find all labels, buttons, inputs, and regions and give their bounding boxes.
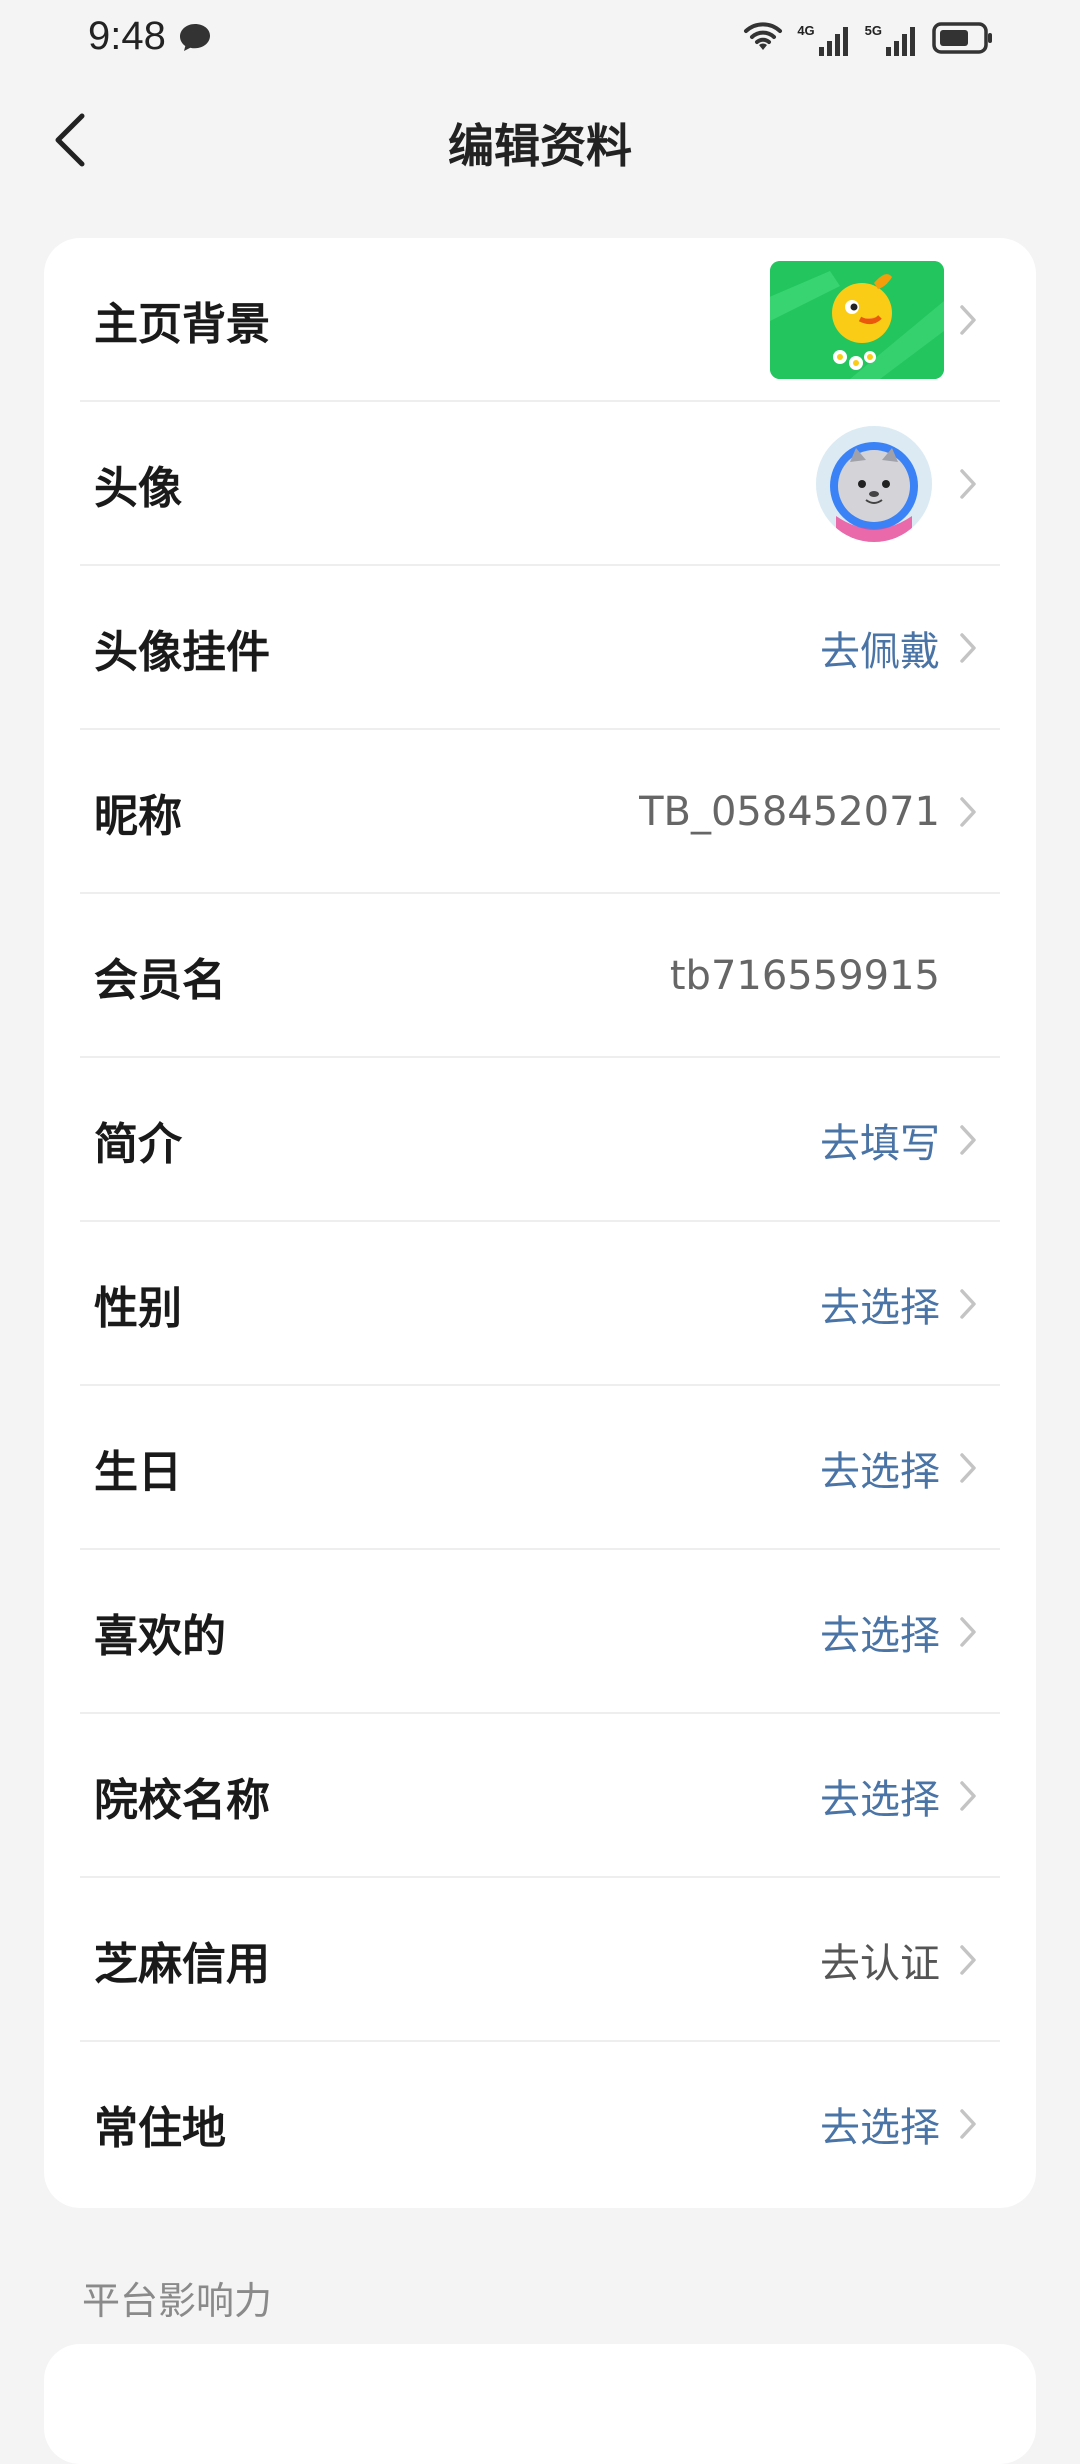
- chevron-right-icon: [960, 1289, 976, 1319]
- row-avatar[interactable]: 头像: [44, 402, 1036, 566]
- row-value: 去选择: [820, 1613, 940, 1659]
- signal-bars-icon: [818, 27, 848, 56]
- row-value: 去佩戴: [820, 629, 940, 675]
- chevron-right-icon: [960, 2109, 976, 2139]
- row-label: 昵称: [94, 791, 182, 842]
- status-time: 9:48: [88, 14, 166, 58]
- wifi-icon: [743, 22, 783, 58]
- row-school-name[interactable]: 院校名称 去选择: [44, 1714, 1036, 1878]
- row-gender[interactable]: 性别 去选择: [44, 1222, 1036, 1386]
- row-label: 简介: [94, 1119, 182, 1170]
- chevron-right-icon: [960, 1453, 976, 1483]
- chat-bubble-icon: [178, 22, 212, 56]
- chevron-right-icon: [960, 1617, 976, 1647]
- chevron-right-icon: [960, 633, 976, 663]
- row-label: 头像挂件: [94, 627, 270, 678]
- row-label: 芝麻信用: [94, 1939, 270, 1990]
- row-label: 生日: [94, 1447, 182, 1498]
- row-value: 去填写: [820, 1121, 940, 1167]
- status-bar: 9:48 4G 5G: [0, 0, 1080, 80]
- row-value: tb716559915: [669, 953, 940, 999]
- network-type-2: 5G: [864, 23, 882, 38]
- row-bio[interactable]: 简介 去填写: [44, 1058, 1036, 1222]
- row-value: TB_058452071: [639, 789, 940, 835]
- nav-bar: 编辑资料: [0, 80, 1080, 200]
- row-label: 喜欢的: [94, 1611, 226, 1662]
- chevron-right-icon: [960, 1125, 976, 1155]
- background-thumbnail: [770, 261, 944, 379]
- row-label: 院校名称: [94, 1775, 270, 1826]
- cellular-signal-2: 5G: [865, 23, 918, 57]
- row-homepage-background[interactable]: 主页背景: [44, 238, 1036, 402]
- signal-bars-icon: [886, 27, 915, 56]
- row-value: 去选择: [820, 2105, 940, 2151]
- row-sesame-credit[interactable]: 芝麻信用 去认证: [44, 1878, 1036, 2042]
- row-birthday[interactable]: 生日 去选择: [44, 1386, 1036, 1550]
- page-title: 编辑资料: [448, 119, 632, 173]
- avatar: [816, 426, 932, 542]
- chevron-right-icon: [960, 1945, 976, 1975]
- row-label: 会员名: [94, 955, 226, 1006]
- profile-card: 主页背景 头像 头像挂件 去佩戴 昵称 TB_058452071 会员名 tb7…: [44, 238, 1036, 2208]
- row-label: 常住地: [94, 2103, 226, 2154]
- chevron-right-icon: [960, 797, 976, 827]
- row-label: 头像: [94, 463, 182, 514]
- row-avatar-pendant[interactable]: 头像挂件 去佩戴: [44, 566, 1036, 730]
- row-value: 去选择: [820, 1777, 940, 1823]
- row-favorites[interactable]: 喜欢的 去选择: [44, 1550, 1036, 1714]
- row-value: 去选择: [820, 1285, 940, 1331]
- row-nickname[interactable]: 昵称 TB_058452071: [44, 730, 1036, 894]
- row-label: 主页背景: [94, 299, 270, 350]
- row-value: 去选择: [820, 1449, 940, 1495]
- cellular-signal-1: 4G: [797, 23, 850, 57]
- network-type-1: 4G: [797, 23, 815, 38]
- chevron-right-icon: [960, 305, 976, 335]
- section-title: 平台影响力: [82, 2279, 273, 2323]
- row-member-name: 会员名 tb716559915: [44, 894, 1036, 1058]
- platform-influence-card: [44, 2344, 1036, 2464]
- battery-icon: [932, 21, 994, 59]
- chevron-right-icon: [960, 1781, 976, 1811]
- row-value: 去认证: [820, 1941, 940, 1987]
- status-icons: 4G 5G: [743, 18, 994, 62]
- chevron-right-icon: [960, 469, 976, 499]
- row-label: 性别: [94, 1283, 182, 1334]
- row-residence[interactable]: 常住地 去选择: [44, 2042, 1036, 2206]
